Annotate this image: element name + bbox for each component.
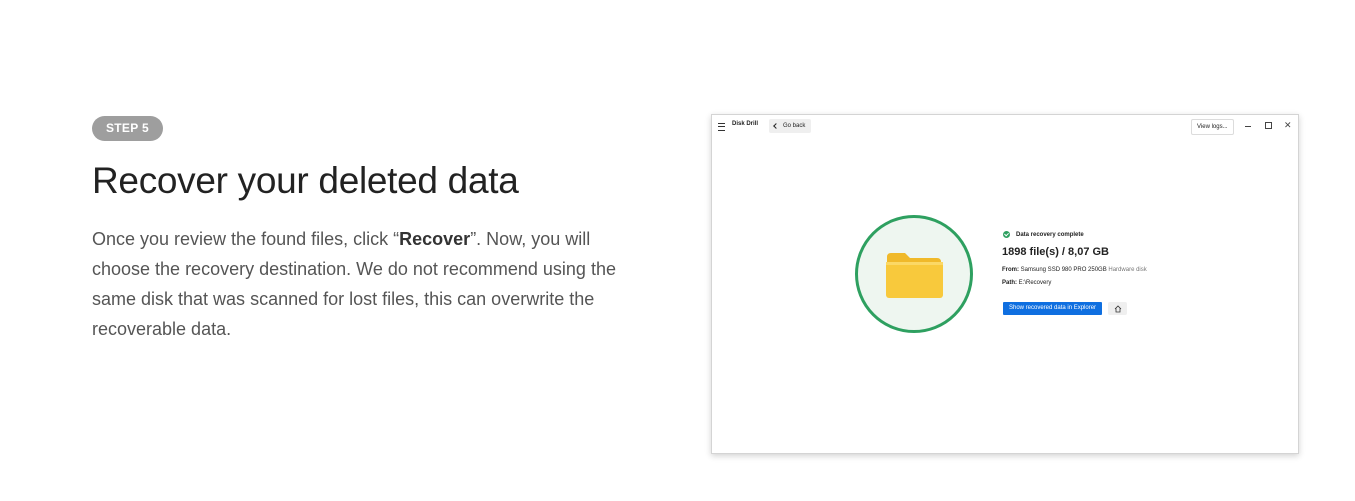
status-row: Data recovery complete xyxy=(1003,231,1084,238)
title-bar: Disk Drill Go back View logs... ✕ xyxy=(712,115,1298,137)
from-line: From: Samsung SSD 980 PRO 250GB Hardware… xyxy=(1002,267,1147,273)
app-title: Disk Drill xyxy=(732,121,759,127)
path-line: Path: E:\Recovery xyxy=(1002,280,1051,286)
home-button[interactable] xyxy=(1108,302,1127,315)
go-back-label: Go back xyxy=(783,123,806,129)
close-icon[interactable]: ✕ xyxy=(1284,120,1292,130)
folder-icon xyxy=(886,253,943,298)
path-value: E:\Recovery xyxy=(1018,280,1052,286)
from-value: Samsung SSD 980 PRO 250GB xyxy=(1020,267,1107,273)
page-title: Recover your deleted data xyxy=(92,160,519,201)
status-text: Data recovery complete xyxy=(1016,231,1084,238)
recovery-summary: 1898 file(s) / 8,07 GB xyxy=(1002,246,1109,258)
description-bold: Recover xyxy=(399,229,471,249)
go-back-button[interactable]: Go back xyxy=(769,119,812,133)
result-circle xyxy=(855,215,973,333)
menu-icon[interactable] xyxy=(718,123,725,131)
view-logs-button[interactable]: View logs... xyxy=(1191,119,1234,135)
show-in-explorer-button[interactable]: Show recovered data in Explorer xyxy=(1003,302,1103,315)
maximize-icon[interactable] xyxy=(1265,122,1272,129)
check-circle-icon xyxy=(1003,231,1010,238)
path-label: Path: xyxy=(1002,280,1017,286)
description-text: Once you review the found files, click “… xyxy=(92,224,637,344)
minimize-icon[interactable] xyxy=(1245,126,1251,127)
disk-type-tag: Hardware disk xyxy=(1108,267,1147,273)
step-badge: STEP 5 xyxy=(92,116,163,141)
description-part1: Once you review the found files, click “ xyxy=(92,229,400,249)
app-window-screenshot: Disk Drill Go back View logs... ✕ Data r… xyxy=(711,114,1299,454)
chevron-left-icon xyxy=(773,123,779,129)
from-label: From: xyxy=(1002,267,1019,273)
home-icon xyxy=(1114,304,1121,312)
